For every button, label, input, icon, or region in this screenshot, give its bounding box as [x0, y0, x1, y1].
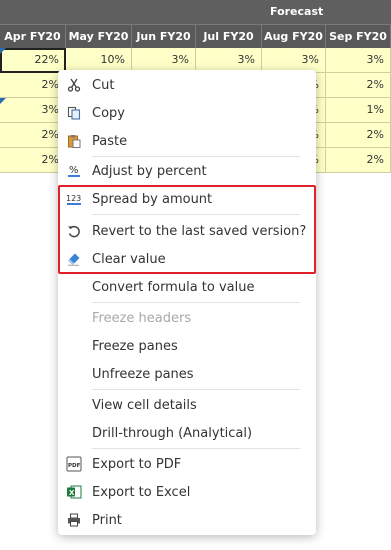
column-header[interactable]: Apr FY20 [0, 25, 66, 48]
cell-value: 10% [100, 53, 125, 66]
eraser-icon [66, 251, 82, 267]
menu-item-clear-value[interactable]: Clear value [58, 245, 316, 273]
grid-cell[interactable]: 2% [326, 73, 391, 98]
context-menu: Cut Copy Paste % Adjust by percent 123 S… [58, 70, 316, 535]
grid-cell[interactable]: 2% [0, 73, 66, 98]
menu-item-adjust-by-percent[interactable]: % Adjust by percent [58, 157, 316, 185]
menu-item-label: Export to Excel [92, 484, 191, 500]
menu-item-drill-through[interactable]: Drill-through (Analytical) [58, 419, 316, 447]
grid-cell-selected[interactable]: 22% [0, 48, 66, 73]
menu-item-label: Convert formula to value [92, 279, 255, 295]
menu-item-label: Freeze panes [92, 338, 178, 354]
cell-value: 22% [34, 53, 59, 66]
copy-icon [66, 105, 82, 121]
menu-item-export-pdf[interactable]: PDF Export to PDF [58, 450, 316, 478]
cell-value: 2% [41, 153, 59, 166]
grid-cell[interactable]: 2% [326, 148, 391, 173]
menu-item-label: Freeze headers [92, 310, 192, 326]
menu-item-label: View cell details [92, 397, 197, 413]
column-header[interactable]: Jun FY20 [132, 25, 196, 48]
menu-item-label: Copy [92, 105, 125, 121]
cell-value: 2% [366, 153, 384, 166]
grid-cell[interactable]: 2% [0, 148, 66, 173]
cell-value: 2% [41, 128, 59, 141]
menu-item-label: Print [92, 512, 122, 528]
grid-cell[interactable]: 2% [0, 123, 66, 148]
menu-item-label: Cut [92, 77, 115, 93]
excel-icon: X [66, 484, 82, 500]
menu-separator [92, 214, 300, 215]
menu-item-label: Export to PDF [92, 456, 182, 472]
svg-text:%: % [69, 165, 79, 176]
forecast-header-band: Forecast [0, 0, 391, 24]
cell-value: 3% [237, 53, 255, 66]
grid-cell[interactable]: 1% [326, 98, 391, 123]
grid-cell[interactable]: 3% [0, 98, 66, 123]
comment-marker-icon [0, 98, 6, 104]
column-header[interactable]: Sep FY20 [326, 25, 391, 48]
excel-icon-label: X [69, 489, 75, 497]
menu-item-print[interactable]: Print [58, 506, 316, 534]
cell-value: 3% [366, 53, 384, 66]
menu-item-export-excel[interactable]: X Export to Excel [58, 478, 316, 506]
cell-value: 2% [41, 78, 59, 91]
menu-item-unfreeze-panes[interactable]: Unfreeze panes [58, 360, 316, 388]
menu-item-label: Revert to the last saved version? [92, 223, 307, 239]
cell-value: 3% [41, 103, 59, 116]
menu-item-view-cell-details[interactable]: View cell details [58, 391, 316, 419]
menu-separator [92, 448, 300, 449]
menu-item-paste[interactable]: Paste [58, 127, 316, 155]
menu-item-label: Spread by amount [92, 191, 213, 207]
menu-item-freeze-headers: Freeze headers [58, 304, 316, 332]
cell-value: 2% [366, 78, 384, 91]
pdf-icon: PDF [66, 456, 82, 472]
column-header[interactable]: Aug FY20 [262, 25, 326, 48]
comment-marker-icon [0, 48, 6, 54]
menu-item-revert[interactable]: Revert to the last saved version? [58, 217, 316, 245]
menu-item-label: Paste [92, 133, 128, 149]
cell-value: 3% [301, 53, 319, 66]
spread-numbers-icon: 123 [66, 191, 82, 207]
cell-value: 3% [171, 53, 189, 66]
pdf-icon-label: PDF [68, 463, 81, 469]
column-header[interactable]: Jul FY20 [196, 25, 262, 48]
scissors-icon [66, 77, 82, 93]
menu-item-spread-by-amount[interactable]: 123 Spread by amount [58, 185, 316, 213]
undo-icon [66, 223, 82, 239]
menu-item-label: Clear value [92, 251, 166, 267]
menu-item-label: Drill-through (Analytical) [92, 425, 253, 441]
menu-separator [92, 389, 300, 390]
menu-item-freeze-panes[interactable]: Freeze panes [58, 332, 316, 360]
cell-value: 2% [366, 128, 384, 141]
menu-item-label: Unfreeze panes [92, 366, 194, 382]
column-header-row: Apr FY20 May FY20 Jun FY20 Jul FY20 Aug … [0, 24, 391, 48]
menu-item-cut[interactable]: Cut [58, 71, 316, 99]
spread-icon-label: 123 [66, 194, 81, 203]
cell-value: 1% [366, 103, 384, 116]
menu-item-label: Adjust by percent [92, 163, 207, 179]
percent-icon: % [66, 163, 82, 179]
forecast-label: Forecast [270, 5, 324, 18]
menu-separator [92, 302, 300, 303]
printer-icon [66, 512, 82, 528]
column-header[interactable]: May FY20 [66, 25, 132, 48]
paste-icon [66, 133, 82, 149]
grid-cell[interactable]: 2% [326, 123, 391, 148]
menu-item-copy[interactable]: Copy [58, 99, 316, 127]
grid-cell[interactable]: 3% [326, 48, 391, 73]
menu-item-convert-formula[interactable]: Convert formula to value [58, 273, 316, 301]
